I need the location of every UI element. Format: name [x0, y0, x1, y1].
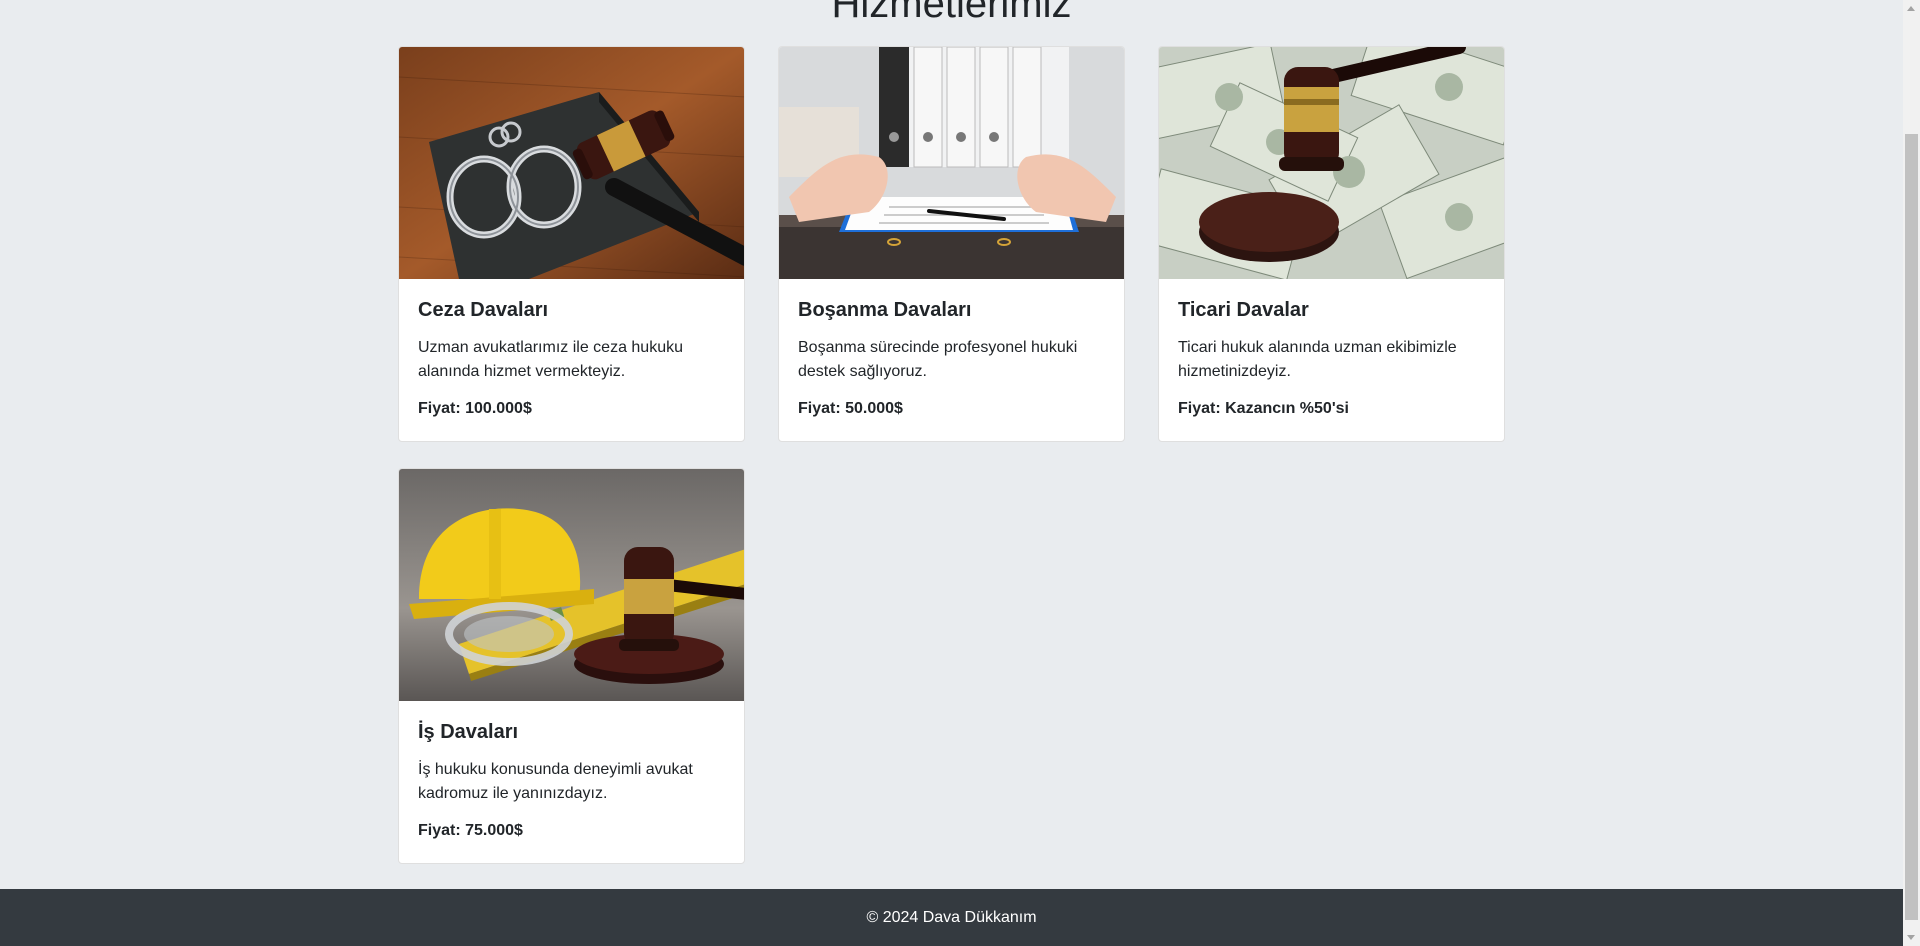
service-price: Fiyat: 100.000$ [418, 400, 532, 417]
footer: © 2024 Dava Dükkanım [0, 889, 1903, 946]
service-title: Ticari Davalar [1178, 299, 1309, 321]
money-gavel-image [1159, 47, 1504, 279]
service-title: Ceza Davaları [418, 299, 549, 321]
service-price: Fiyat: 75.000$ [418, 822, 523, 839]
service-title: İş Davaları [418, 721, 519, 743]
service-card-ceza[interactable]: Ceza Davaları Uzman avukatlarımız ile ce… [398, 46, 745, 442]
vertical-scrollbar[interactable] [1903, 0, 1920, 946]
service-card-is[interactable]: İş Davaları İş hukuku konusunda deneyiml… [398, 468, 745, 864]
service-description: İş hukuku konusunda deneyimli avukat kad… [418, 761, 693, 802]
footer-copyright: © 2024 Dava Dükkanım [866, 909, 1037, 926]
scroll-up-icon[interactable] [1907, 6, 1915, 11]
service-description: Ticari hukuk alanında uzman ekibimizle h… [1178, 339, 1457, 380]
service-card-ticari[interactable]: Ticari Davalar Ticari hukuk alanında uzm… [1158, 46, 1505, 442]
page: Hizmetlerimiz Ceza Davaları Uzman avukat… [0, 0, 1903, 946]
service-card-bosanma[interactable]: Boşanma Davaları Boşanma sürecinde profe… [778, 46, 1125, 442]
scroll-thumb[interactable] [1905, 134, 1918, 920]
service-title: Boşanma Davaları [798, 299, 972, 321]
handcuffs-gavel-image [399, 47, 744, 279]
divorce-hands-image [779, 47, 1124, 279]
scroll-down-icon[interactable] [1907, 935, 1915, 940]
section-title: Hizmetlerimiz [831, 0, 1072, 26]
service-price: Fiyat: Kazancın %50'si [1178, 400, 1349, 417]
service-price: Fiyat: 50.000$ [798, 400, 903, 417]
service-description: Boşanma sürecinde profesyonel hukuki des… [798, 339, 1078, 380]
hardhat-gavel-image [399, 469, 744, 701]
service-description: Uzman avukatlarımız ile ceza hukuku alan… [418, 339, 683, 380]
